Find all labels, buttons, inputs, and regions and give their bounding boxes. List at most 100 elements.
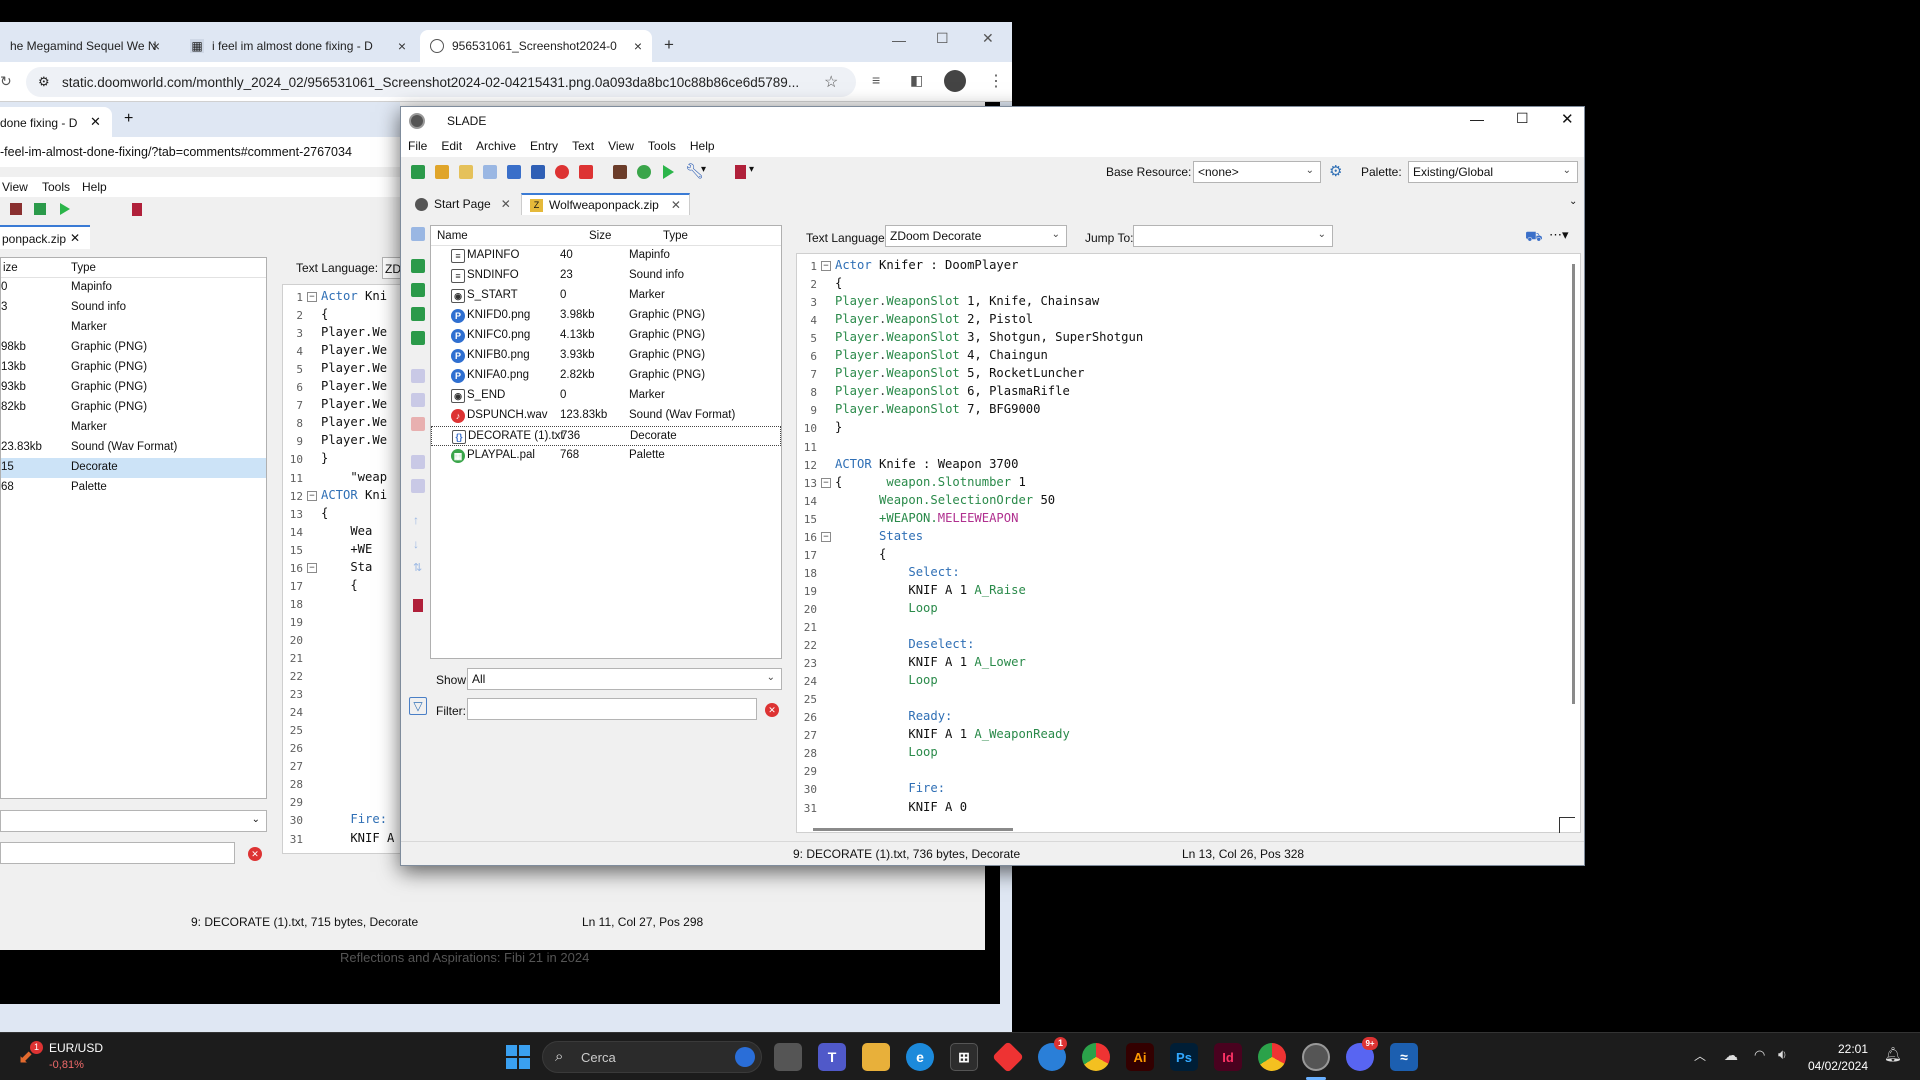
bookmark-star-icon[interactable]: ☆ [824, 72, 838, 92]
delete-icon[interactable] [411, 417, 425, 431]
browser-tab-1[interactable]: he Megamind Sequel We N × [0, 30, 170, 62]
maximize-icon[interactable]: ☐ [936, 30, 949, 47]
menu-view[interactable]: View [601, 139, 641, 153]
close-icon[interactable]: × [634, 38, 642, 54]
open-dir-icon[interactable] [459, 165, 473, 179]
chevron-down-icon[interactable]: ▾ [749, 164, 754, 175]
resize-grip[interactable] [1559, 817, 1575, 833]
wifi-icon[interactable]: ◠ [1754, 1047, 1765, 1063]
close-window-icon[interactable]: ✕ [982, 30, 994, 47]
bookmark-icon[interactable] [413, 599, 423, 612]
new-archive-icon[interactable] [411, 165, 425, 179]
close-archive-icon[interactable] [555, 165, 569, 179]
filter-icon[interactable]: ▽ [409, 697, 427, 715]
palette-select[interactable]: Existing/Global ⌄ [1408, 161, 1578, 183]
app-icon[interactable]: ≈ [1390, 1043, 1418, 1071]
new-tab-button[interactable]: + [664, 35, 674, 55]
menu-file[interactable]: File [401, 139, 434, 153]
slade-icon[interactable] [1302, 1043, 1330, 1071]
browser-tab-3[interactable]: 956531061_Screenshot2024-0 × [420, 30, 652, 62]
entry-row[interactable]: P KNIFA0.png 2.82kb Graphic (PNG) [431, 366, 781, 386]
more-options-icon[interactable]: ⋯▾ [1549, 227, 1569, 243]
address-bar[interactable]: ⚙ static.doomworld.com/monthly_2024_02/9… [26, 67, 856, 97]
paste-icon[interactable] [411, 479, 425, 493]
start-button[interactable] [504, 1043, 532, 1071]
chevron-up-icon[interactable]: ︿ [1694, 1047, 1706, 1064]
volume-icon[interactable]: 🔉︎ [1778, 1046, 1787, 1063]
teams-icon[interactable]: T [818, 1043, 846, 1071]
run-icon[interactable] [663, 165, 674, 179]
fold-toggle-icon[interactable]: − [821, 477, 831, 488]
rename-all-icon[interactable] [411, 393, 425, 407]
store-icon[interactable]: ⊞ [950, 1043, 978, 1071]
reload-icon[interactable]: ↻ [0, 73, 12, 90]
indesign-icon[interactable]: Id [1214, 1043, 1242, 1071]
show-select[interactable]: All ⌄ [467, 668, 782, 690]
close-icon[interactable]: × [152, 38, 160, 54]
save-all-icon[interactable] [531, 165, 545, 179]
fold-toggle-icon[interactable]: − [307, 292, 317, 302]
menu-help[interactable]: Help [683, 139, 722, 153]
photoshop-icon[interactable]: Ps [1170, 1043, 1198, 1071]
compile-icon[interactable]: ⛟ [1525, 228, 1543, 247]
text-language-select[interactable]: ZDoom Decorate ⌄ [885, 225, 1067, 247]
menu-archive[interactable]: Archive [469, 139, 523, 153]
clock-date[interactable]: 04/02/2024 [1800, 1059, 1868, 1073]
fold-toggle-icon[interactable]: − [307, 490, 317, 501]
save-as-icon[interactable] [507, 165, 521, 179]
entry-row[interactable]: ▦ PLAYPAL.pal 768 Palette [431, 446, 781, 466]
file-explorer-icon[interactable] [862, 1043, 890, 1071]
col-size[interactable]: Size [589, 230, 611, 242]
entry-row[interactable]: ◉ S_START 0 Marker [431, 286, 781, 306]
gear-icon[interactable]: ⚙ [1329, 162, 1342, 180]
fold-toggle-icon[interactable]: − [307, 562, 317, 573]
more-menu-icon[interactable]: ⋮ [988, 71, 1004, 91]
tab-start-page[interactable]: Start Page ✕ [407, 193, 519, 215]
import-dir-icon[interactable] [411, 331, 425, 345]
code-editor[interactable]: 1− Actor Knifer : DoomPlayer 2{3 Player.Wea… [796, 253, 1581, 833]
entry-row[interactable]: ◉ S_END 0 Marker [431, 386, 781, 406]
illustrator-icon[interactable]: Ai [1126, 1043, 1154, 1071]
onedrive-icon[interactable]: ☁ [1724, 1047, 1738, 1064]
clear-filter-icon[interactable]: ✕ [765, 703, 779, 717]
filter-input[interactable] [467, 698, 757, 720]
clock-time[interactable]: 22:01 [1814, 1042, 1868, 1056]
menu-edit[interactable]: Edit [434, 139, 469, 153]
new-dir-icon[interactable] [411, 283, 425, 297]
taskbar-search[interactable]: ⌕ Cerca [542, 1041, 762, 1073]
horizontal-scrollbar[interactable] [813, 828, 1013, 831]
vertical-scrollbar[interactable] [1572, 264, 1575, 704]
chrome-profile-icon[interactable] [1258, 1043, 1286, 1071]
entry-row[interactable]: P KNIFD0.png 3.98kb Graphic (PNG) [431, 306, 781, 326]
site-info-icon[interactable]: ⚙ [38, 74, 50, 90]
save-icon[interactable] [483, 165, 497, 179]
close-all-icon[interactable] [579, 165, 593, 179]
import-icon[interactable] [411, 307, 425, 321]
menu-entry[interactable]: Entry [523, 139, 565, 153]
bookmark-icon[interactable] [735, 165, 746, 179]
close-icon[interactable]: ✕ [501, 197, 511, 211]
sort-icon[interactable]: ⇅ [413, 561, 422, 574]
entry-row[interactable]: ♪ DSPUNCH.wav 123.83kb Sound (Wav Format) [431, 406, 781, 426]
base-resource-select[interactable]: <none> ⌄ [1193, 161, 1321, 183]
move-down-icon[interactable]: ↓ [413, 537, 419, 551]
map-editor-icon[interactable] [613, 165, 627, 179]
close-window-icon[interactable]: ✕ [1561, 110, 1574, 128]
fold-toggle-icon[interactable]: − [821, 531, 831, 542]
maximize-icon[interactable]: ☐ [1516, 110, 1529, 127]
entry-row[interactable]: {} DECORATE (1).txt 736 Decorate [431, 426, 781, 446]
move-up-icon[interactable]: ↑ [413, 513, 419, 527]
browser-tab-2[interactable]: ▦ i feel im almost done fixing - D × [180, 30, 416, 62]
entry-row[interactable]: ≡ MAPINFO 40 Mapinfo [431, 246, 781, 266]
open-archive-icon[interactable] [435, 165, 449, 179]
entry-row[interactable]: P KNIFB0.png 3.93kb Graphic (PNG) [431, 346, 781, 366]
close-icon[interactable]: ✕ [671, 198, 681, 212]
task-view-icon[interactable] [774, 1043, 802, 1071]
chevron-down-icon[interactable]: ⌄ [1569, 196, 1577, 207]
fold-toggle-icon[interactable]: − [821, 261, 831, 271]
stock-widget[interactable]: ⬋ 1 [18, 1041, 43, 1067]
close-icon[interactable]: × [398, 38, 406, 54]
chevron-down-icon[interactable]: ▾ [701, 164, 706, 175]
minimize-icon[interactable]: — [1470, 111, 1484, 127]
discord-icon[interactable]: 9+ [1346, 1037, 1378, 1071]
